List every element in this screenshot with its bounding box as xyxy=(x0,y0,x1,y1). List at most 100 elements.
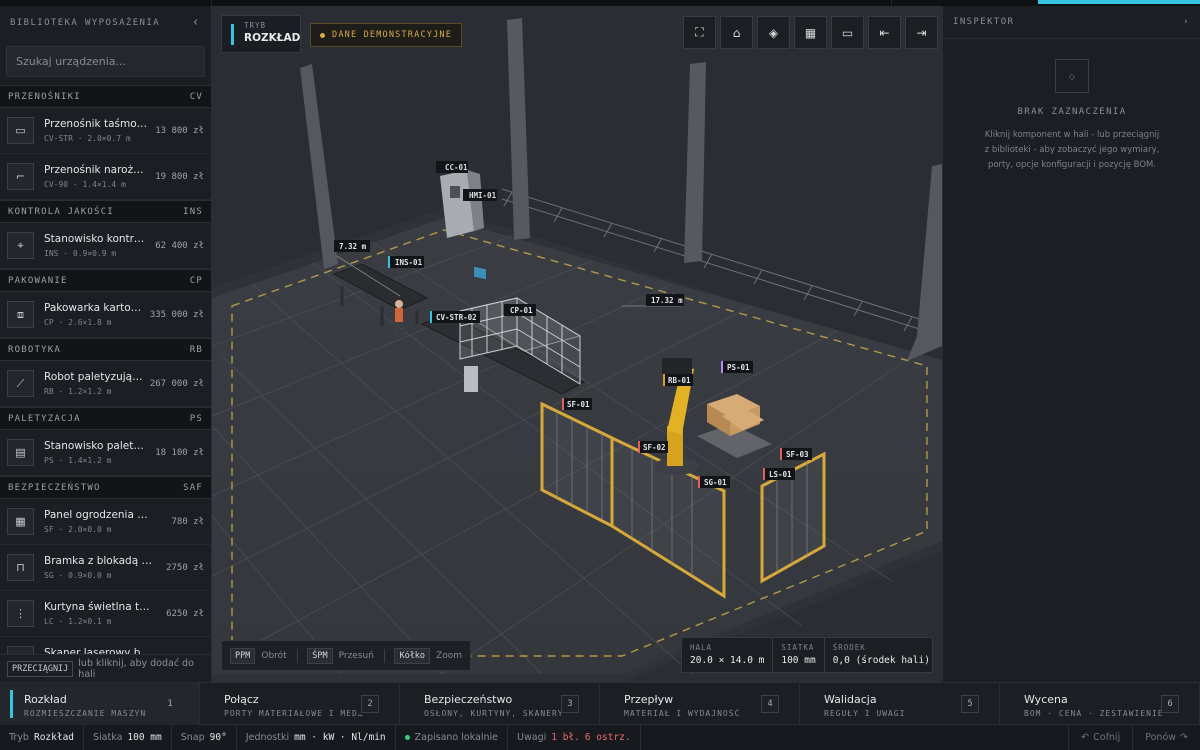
library-item-price: 335 000 zł xyxy=(149,309,204,320)
status-grid[interactable]: Siatka 100 mm xyxy=(84,725,172,750)
step-tab[interactable]: Bezpieczeństwo OSŁONY, KURTYNY, SKANERY … xyxy=(400,683,600,725)
svg-text:PS-01: PS-01 xyxy=(727,363,750,372)
status-saved: Zapisano lokalnie xyxy=(396,725,509,750)
fullscreen-button[interactable]: ⛶ xyxy=(683,16,716,49)
category-header[interactable]: ROBOTYKA RB xyxy=(0,338,211,361)
label-sf-01[interactable]: SF-01 xyxy=(562,398,592,410)
last-button[interactable]: ⇥ xyxy=(905,16,938,49)
fullscreen-icon: ⛶ xyxy=(695,25,704,39)
library-item-name: Robot paletyzujący 6-osiowy xyxy=(44,371,144,383)
3d-viewport[interactable]: CC-01 HMI-01 7.32 m INS-01 CV-STR-02 CP-… xyxy=(212,6,942,682)
step-subtitle: ROZMIESZCZANIE MASZYN xyxy=(24,709,147,718)
status-snap[interactable]: Snap 90° xyxy=(172,725,237,750)
library-item[interactable]: ⊓ Bramka z blokadą bezpieczeństwa SG · 0… xyxy=(0,545,211,591)
library-item[interactable]: ⧈ Pakowarka kartonów CP · 2.6×1.8 m 335 … xyxy=(0,292,211,338)
label-sg-01[interactable]: SG-01 xyxy=(698,476,730,488)
pallet-icon: ▤ xyxy=(7,439,34,466)
library-item-price: 18 100 zł xyxy=(155,447,204,458)
status-notes[interactable]: Uwagi 1 bł. 6 ostrz. xyxy=(508,725,641,750)
nav-action-pan: Przesuń xyxy=(338,650,374,661)
home-view-button[interactable]: ⌂ xyxy=(720,16,753,49)
svg-text:CP-01: CP-01 xyxy=(510,306,533,315)
svg-text:CC-01: CC-01 xyxy=(445,163,468,172)
label-rb-01[interactable]: RB-01 xyxy=(663,374,693,386)
empty-selection-desc: Kliknij komponent w hali - lub przeciągn… xyxy=(984,130,1160,170)
collapse-right-icon[interactable]: › xyxy=(1183,17,1190,27)
library-item-spec: LC · 1.2×0.1 m xyxy=(44,617,112,626)
hall-scene[interactable]: CC-01 HMI-01 7.32 m INS-01 CV-STR-02 CP-… xyxy=(212,6,942,682)
category-header[interactable]: KONTROLA JAKOŚCI INS xyxy=(0,200,211,223)
iso-view-icon: ◈ xyxy=(768,25,779,40)
category-name: PAKOWANIE xyxy=(8,275,68,286)
category-header[interactable]: PAKOWANIE CP xyxy=(0,269,211,292)
status-units[interactable]: Jednostki mm · kW · Nl/min xyxy=(237,725,396,750)
library-item-text: Przenośnik taśmowy prosty CV-STR · 2.0×0… xyxy=(44,118,149,143)
label-ls-01[interactable]: LS-01 xyxy=(763,468,795,480)
library-item-spec: SG · 0.9×0.0 m xyxy=(44,571,112,580)
library-item-text: Przenośnik narożny 90° CV-90 · 1.4×1.4 m xyxy=(44,164,149,189)
svg-text:INS-01: INS-01 xyxy=(395,258,423,267)
step-tab[interactable]: Przepływ MATERIAŁ I WYDAJNOŚĆ 4 xyxy=(600,683,800,725)
step-subtitle: PORTY MATERIAŁOWE I MEDIA xyxy=(224,709,364,718)
library-item-name: Przenośnik narożny 90° xyxy=(44,164,149,176)
packer-hmi[interactable] xyxy=(464,366,478,392)
library-item-name: Kurtyna świetlna typu 4 xyxy=(44,601,152,613)
label-dim2: 17.32 m xyxy=(646,294,684,306)
category-code: PS xyxy=(189,413,203,424)
category-header[interactable]: PALETYZACJA PS xyxy=(0,407,211,430)
library-item[interactable]: ⟋ Robot paletyzujący 6-osiowy RB · 1.2×1… xyxy=(0,361,211,407)
category-code: SAF xyxy=(183,482,203,493)
inspector-header: INSPEKTOR › xyxy=(943,6,1200,39)
label-ins-01[interactable]: INS-01 xyxy=(388,256,424,268)
step-tab[interactable]: Walidacja REGUŁY I UWAGI 5 xyxy=(800,683,1000,725)
step-tab[interactable]: Połącz PORTY MATERIAŁOWE I MEDIA 2 xyxy=(200,683,400,725)
library-item[interactable]: ⌖ Stanowisko kontroli wizyjnej INS · 0.9… xyxy=(0,223,211,269)
top-view-button[interactable]: ▦ xyxy=(794,16,827,49)
step-tab[interactable]: Rozkład ROZMIESZCZANIE MASZYN 1 xyxy=(0,683,200,725)
gate-icon: ⊓ xyxy=(7,554,34,581)
category-name: PALETYZACJA xyxy=(8,413,81,424)
step-subtitle: MATERIAŁ I WYDAJNOŚĆ xyxy=(624,709,741,718)
library-item[interactable]: ▤ Stanowisko palety EUR PS · 1.4×1.2 m 1… xyxy=(0,430,211,476)
iso-view-button[interactable]: ◈ xyxy=(757,16,790,49)
drag-tag: PRZECIĄGNIJ xyxy=(7,660,74,677)
label-cv-str-02[interactable]: CV-STR-02 xyxy=(430,311,480,323)
status-grid-label: Siatka xyxy=(93,732,123,743)
label-cp-01[interactable]: CP-01 xyxy=(504,304,536,316)
front-view-button[interactable]: ▭ xyxy=(831,16,864,49)
category-name: PRZENOŚNIKI xyxy=(8,91,81,102)
status-notes-errors: 1 bł. xyxy=(551,732,580,743)
label-sf-02[interactable]: SF-02 xyxy=(638,441,668,453)
undo-button[interactable]: ↶ Cofnij xyxy=(1068,725,1132,750)
nav-separator xyxy=(296,648,298,663)
drag-hint: PRZECIĄGNIJ lub kliknij, aby dodać do ha… xyxy=(0,654,211,682)
collapse-left-icon[interactable]: ‹ xyxy=(192,15,201,30)
library-item-name: Stanowisko kontroli wizyjnej xyxy=(44,233,149,245)
category-header[interactable]: BEZPIECZEŃSTWO SAF xyxy=(0,476,211,499)
label-hmi-01[interactable]: HMI-01 xyxy=(463,189,497,201)
library-search-input[interactable]: Szukaj urządzenia... xyxy=(6,46,205,77)
status-snap-value: 90° xyxy=(209,732,227,743)
library-item[interactable]: ⌐ Przenośnik narożny 90° CV-90 · 1.4×1.4… xyxy=(0,154,211,200)
redo-button[interactable]: Ponów ↷ xyxy=(1132,725,1200,750)
label-cc-01[interactable]: CC-01 xyxy=(436,161,468,173)
library-item[interactable]: ⋮ Kurtyna świetlna typu 4 LC · 1.2×0.1 m… xyxy=(0,591,211,637)
label-dim1: 7.32 m xyxy=(334,240,370,252)
step-tab[interactable]: Wycena BOM · CENA · ZESTAWIENIE 6 xyxy=(1000,683,1200,725)
label-ps-01[interactable]: PS-01 xyxy=(721,361,753,373)
category-header[interactable]: PRZENOŚNIKI CV xyxy=(0,85,211,108)
library-item[interactable]: ▦ Panel ogrodzenia ochronnego SF · 2.0×0… xyxy=(0,499,211,545)
library-item-spec: CV-90 · 1.4×1.4 m xyxy=(44,180,126,189)
svg-text:SF-01: SF-01 xyxy=(567,400,590,409)
library-item-price: 780 zł xyxy=(171,516,204,527)
first-icon: ⇤ xyxy=(879,25,890,40)
label-sf-03[interactable]: SF-03 xyxy=(780,448,812,460)
step-number: 4 xyxy=(761,695,779,713)
first-button[interactable]: ⇤ xyxy=(868,16,901,49)
library-item-spec: CV-STR · 2.0×0.7 m xyxy=(44,134,131,143)
library-item-spec: PS · 1.4×1.2 m xyxy=(44,456,112,465)
step-number: 6 xyxy=(1161,695,1179,713)
status-grid-value: 100 mm xyxy=(127,732,162,743)
library-item-spec: INS · 0.9×0.9 m xyxy=(44,249,117,258)
library-item[interactable]: ▭ Przenośnik taśmowy prosty CV-STR · 2.0… xyxy=(0,108,211,154)
